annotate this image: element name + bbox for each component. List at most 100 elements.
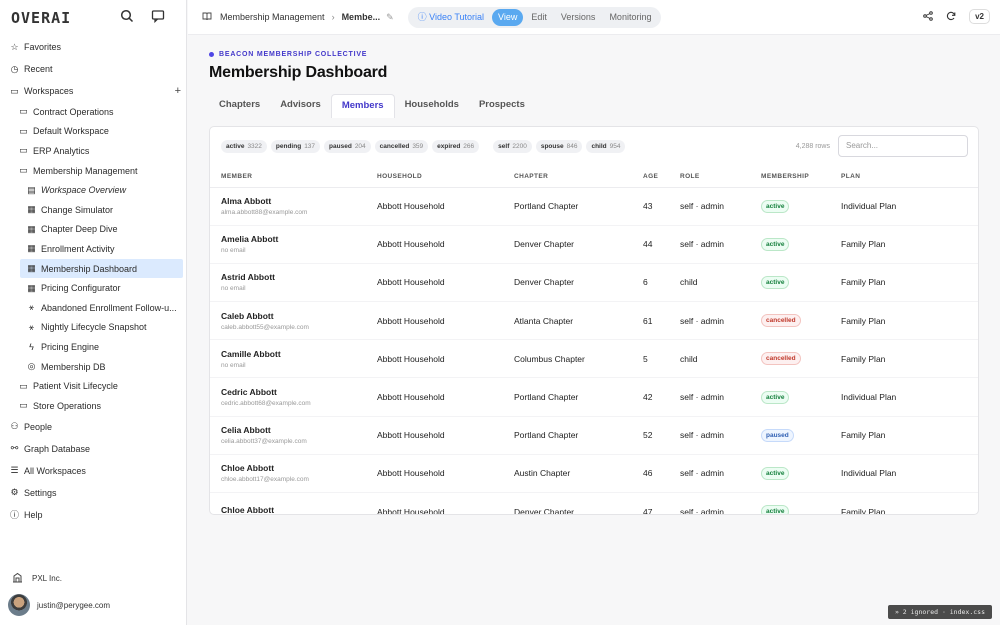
filter-chip-pending[interactable]: pending 137 (270, 140, 321, 153)
refresh-icon[interactable] (946, 11, 956, 23)
age-cell: 6 (643, 263, 680, 303)
sidebar-item-pricing-configurator[interactable]: ▦ Pricing Configurator (0, 278, 187, 298)
column-header-age[interactable]: AGE (643, 167, 680, 188)
sidebar-item-workspaces[interactable]: ▭ Workspaces + (0, 80, 187, 102)
chip-label: self (498, 143, 510, 150)
search-input[interactable]: Search... (838, 135, 968, 157)
breadcrumb-current[interactable]: Membe... (342, 12, 381, 22)
age-cell: 44 (643, 225, 680, 264)
version-badge[interactable]: v2 (969, 9, 990, 24)
member-cell: Camille Abbott no email (210, 339, 377, 379)
filter-chip-expired[interactable]: expired 266 (432, 140, 480, 153)
org-switcher[interactable]: PXL Inc. (12, 572, 62, 585)
breadcrumb-workspace[interactable]: Membership Management (220, 12, 325, 22)
column-header-chapter[interactable]: CHAPTER (514, 167, 643, 188)
column-header-plan[interactable]: PLAN (841, 167, 978, 188)
user-menu[interactable]: justin@perygee.com (8, 594, 110, 616)
sidebar-item-membership-management[interactable]: ▭ Membership Management (0, 161, 187, 181)
sidebar-item-all-workspaces[interactable]: ☰ All Workspaces (0, 460, 187, 482)
tab-members[interactable]: Members (330, 94, 395, 118)
edit-tab[interactable]: Edit (525, 9, 553, 26)
table-row[interactable]: Alma Abbott alma.abbott88@example.com Abbo… (210, 187, 978, 226)
sidebar-item-recent[interactable]: ◷ Recent (0, 58, 187, 80)
sidebar-item-help[interactable]: ⓘ Help (0, 504, 187, 526)
member-name[interactable]: Alma Abbott (221, 196, 377, 206)
column-header-role[interactable]: ROLE (680, 167, 761, 188)
member-name[interactable]: Astrid Abbott (221, 272, 377, 282)
sidebar-item-favorites[interactable]: ☆ Favorites (0, 36, 187, 58)
sidebar-item-pricing-engine[interactable]: ϟ Pricing Engine (0, 337, 187, 357)
member-name[interactable]: Celia Abbott (221, 425, 377, 435)
member-name[interactable]: Amelia Abbott (221, 234, 377, 244)
member-cell: Chloe Abbott chloe.abbott17@example.com (210, 454, 377, 494)
tab-advisors[interactable]: Advisors (270, 94, 331, 118)
filter-chip-self[interactable]: self 2200 (493, 140, 532, 153)
sidebar-item-settings[interactable]: ⚙ Settings (0, 482, 187, 504)
topbar: Membership Management › Membe... ✎ ⓘ Vid… (188, 0, 1000, 35)
member-name[interactable]: Camille Abbott (221, 349, 377, 359)
filter-chip-cancelled[interactable]: cancelled 359 (374, 140, 429, 153)
table-row[interactable]: Amelia Abbott no email Abbott Household Den… (210, 225, 978, 264)
column-header-membership[interactable]: MEMBERSHIP (761, 167, 841, 188)
sidebar-item-store-operations[interactable]: ▭ Store Operations (0, 396, 187, 416)
column-header-household[interactable]: HOUSEHOLD (377, 167, 514, 188)
org-label: BEACON MEMBERSHIP COLLECTIVE (209, 51, 367, 58)
sidebar-item-workspace-overview[interactable]: ▤ Workspace Overview (0, 180, 187, 200)
pencil-icon[interactable]: ✎ (386, 12, 394, 23)
sidebar-item-graph-database[interactable]: ⚯ Graph Database (0, 438, 187, 460)
plan-cell: Individual Plan (841, 377, 978, 417)
table-row[interactable]: Cedric Abbott cedric.abbott68@example.com… (210, 377, 978, 417)
tab-prospects[interactable]: Prospects (469, 94, 535, 118)
membership-cell: active (761, 454, 841, 494)
member-name[interactable]: Chloe Abbott (221, 463, 377, 473)
tab-households[interactable]: Households (395, 94, 469, 118)
sidebar-item-contract-operations[interactable]: ▭ Contract Operations (0, 102, 187, 122)
view-tab[interactable]: View (492, 8, 524, 26)
plan-cell: Family Plan (841, 263, 978, 303)
sidebar-item-abandoned-enrollment-follow-u[interactable]: ⚹ Abandoned Enrollment Follow-u... (0, 298, 187, 318)
role-cell: self · admin (680, 454, 761, 494)
plan-cell: Individual Plan (841, 454, 978, 494)
sidebar-item-membership-db[interactable]: ◎ Membership DB (0, 357, 187, 377)
video-tutorial-button[interactable]: ⓘ Video Tutorial (412, 9, 490, 26)
table-row[interactable]: Caleb Abbott caleb.abbott55@example.com Ab… (210, 301, 978, 341)
member-name[interactable]: Cedric Abbott (221, 387, 377, 397)
sidebar-item-label: Default Workspace (33, 126, 109, 137)
chapter-cell: Portland Chapter (514, 416, 643, 455)
member-name[interactable]: Caleb Abbott (221, 311, 377, 321)
share-icon[interactable] (923, 10, 933, 23)
add-workspace-icon[interactable]: + (175, 85, 181, 97)
plan-cell: Family Plan (841, 301, 978, 341)
table-row[interactable]: Chloe Abbott chloe.abbott17@example.com Ab… (210, 454, 978, 494)
filter-chip-paused[interactable]: paused 204 (324, 140, 371, 153)
sidebar-item-nightly-lifecycle-snapshot[interactable]: ⚹ Nightly Lifecycle Snapshot (0, 318, 187, 338)
sidebar-item-people[interactable]: ⚇ People (0, 416, 187, 438)
table-header-row: MEMBER HOUSEHOLD CHAPTER AGE ROLE MEMBERSHIP P… (210, 167, 978, 188)
tab-chapters[interactable]: Chapters (209, 94, 270, 118)
table-row[interactable]: Chloe Abbott Abbott Household Denver Chapt… (210, 492, 978, 514)
member-name[interactable]: Chloe Abbott (221, 505, 377, 514)
table-row[interactable]: Astrid Abbott no email Abbott Household Den… (210, 263, 978, 303)
column-header-member[interactable]: MEMBER (210, 167, 377, 188)
table-row[interactable]: Camille Abbott no email Abbott Household Co… (210, 339, 978, 379)
sidebar-item-membership-dashboard[interactable]: ▦ Membership Dashboard (20, 258, 183, 279)
table-row[interactable]: Celia Abbott celia.abbott37@example.com Ab… (210, 416, 978, 455)
versions-tab[interactable]: Versions (555, 9, 602, 26)
app-logo[interactable]: OVERAI (11, 9, 71, 27)
sidebar-item-patient-visit-lifecycle[interactable]: ▭ Patient Visit Lifecycle (0, 376, 187, 396)
member-cell: Caleb Abbott caleb.abbott55@example.com (210, 301, 377, 341)
chapter-cell: Denver Chapter (514, 492, 643, 514)
sidebar-item-chapter-deep-dive[interactable]: ▦ Chapter Deep Dive (0, 220, 187, 240)
sidebar-item-change-simulator[interactable]: ▦ Change Simulator (0, 200, 187, 220)
sidebar-item-default-workspace[interactable]: ▭ Default Workspace (0, 122, 187, 142)
sidebar-item-enrollment-activity[interactable]: ▦ Enrollment Activity (0, 239, 187, 259)
chat-icon[interactable] (151, 9, 165, 25)
filter-chip-child[interactable]: child 954 (586, 140, 626, 153)
monitoring-tab[interactable]: Monitoring (603, 9, 657, 26)
filter-chip-active[interactable]: active 3322 (221, 140, 267, 153)
household-cell: Abbott Household (377, 301, 514, 341)
filter-chip-spouse[interactable]: spouse 846 (535, 140, 583, 153)
sidebar-item-label: Chapter Deep Dive (41, 224, 118, 235)
search-icon[interactable] (120, 9, 134, 25)
sidebar-item-erp-analytics[interactable]: ▭ ERP Analytics (0, 141, 187, 161)
